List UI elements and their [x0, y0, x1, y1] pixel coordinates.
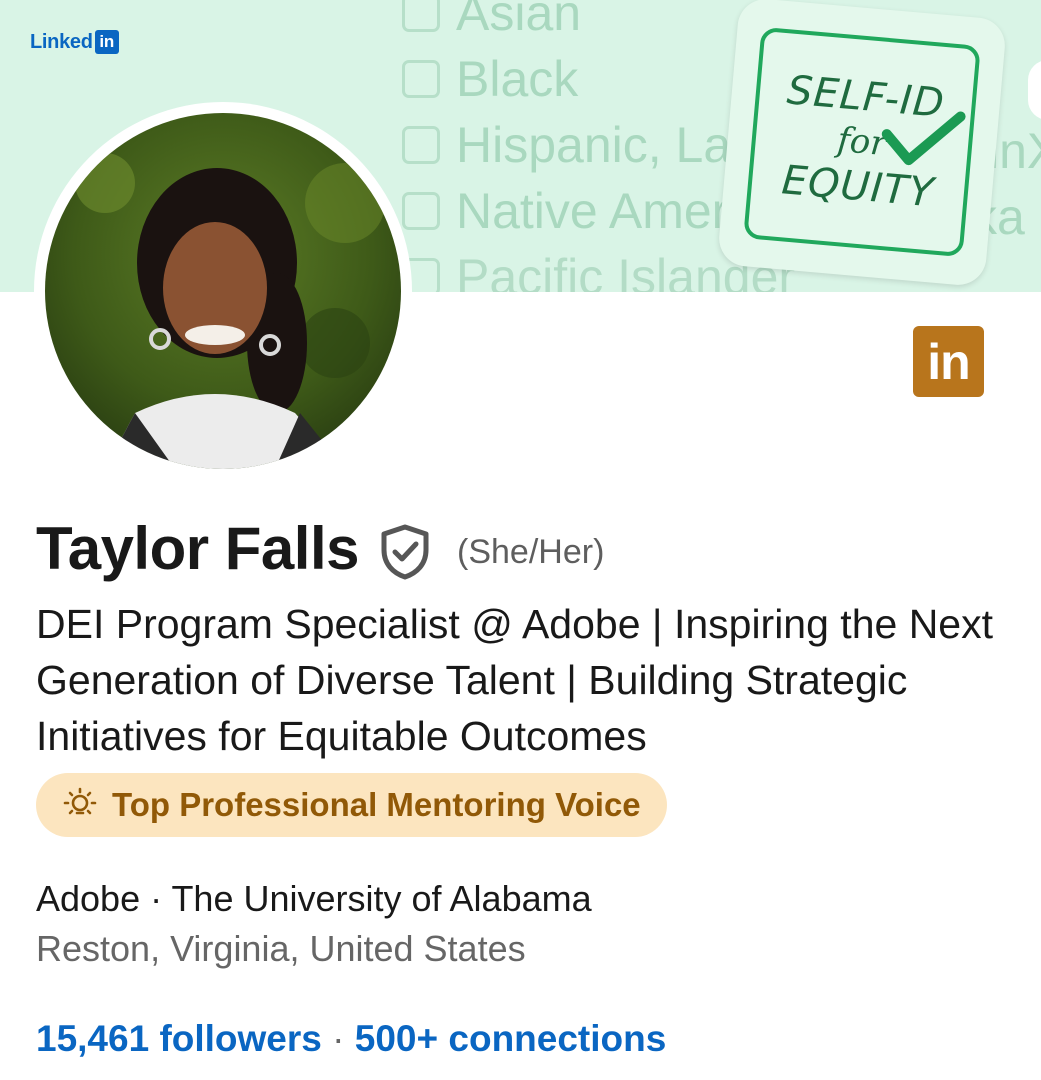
connections-link[interactable]: 500+ connections	[355, 1018, 667, 1059]
pronouns: (She/Her)	[457, 533, 605, 571]
linkedin-logo-text: Linked	[30, 30, 93, 53]
stats-separator: ·	[332, 1018, 345, 1059]
top-voice-badge[interactable]: Top Professional Mentoring Voice	[36, 773, 667, 837]
name-row: Taylor Falls (She/Her)	[36, 514, 604, 583]
profile-organizations[interactable]: Adobe · The University of Alabama	[36, 878, 592, 920]
lightbulb-icon	[63, 787, 97, 815]
checklist-label: Native Amer	[456, 183, 729, 239]
checkbox-icon	[402, 60, 440, 98]
profile-avatar[interactable]	[34, 102, 412, 480]
shield-check-icon[interactable]	[379, 524, 431, 580]
checkbox-icon	[402, 126, 440, 164]
sticker-frame: SELF-ID for EQUITY	[743, 26, 981, 258]
profile-stats: 15,461 followers · 500+ connections	[36, 1018, 666, 1060]
checkbox-icon	[402, 192, 440, 230]
profile-headline: DEI Program Specialist @ Adobe | Inspiri…	[36, 601, 993, 759]
linkedin-logo: Linked in	[30, 30, 119, 54]
checkbox-icon	[402, 0, 440, 32]
followers-link[interactable]: 15,461 followers	[36, 1018, 322, 1059]
top-voice-label: Top Professional Mentoring Voice	[112, 786, 641, 823]
checklist-label: Asian	[456, 0, 582, 41]
avatar-photo	[45, 113, 401, 469]
banner-edge-shape	[1028, 60, 1041, 120]
avatar-image	[45, 113, 401, 469]
self-id-sticker: SELF-ID for EQUITY	[716, 0, 1008, 288]
checklist-label: Hispanic, Lat	[456, 117, 746, 173]
checkmark-icon	[881, 111, 966, 166]
linkedin-premium-badge[interactable]: in	[913, 326, 984, 397]
linkedin-logo-box: in	[94, 30, 119, 54]
profile-name: Taylor Falls	[36, 515, 360, 582]
profile-location: Reston, Virginia, United States	[36, 928, 526, 969]
checklist-label: Black	[456, 51, 579, 107]
